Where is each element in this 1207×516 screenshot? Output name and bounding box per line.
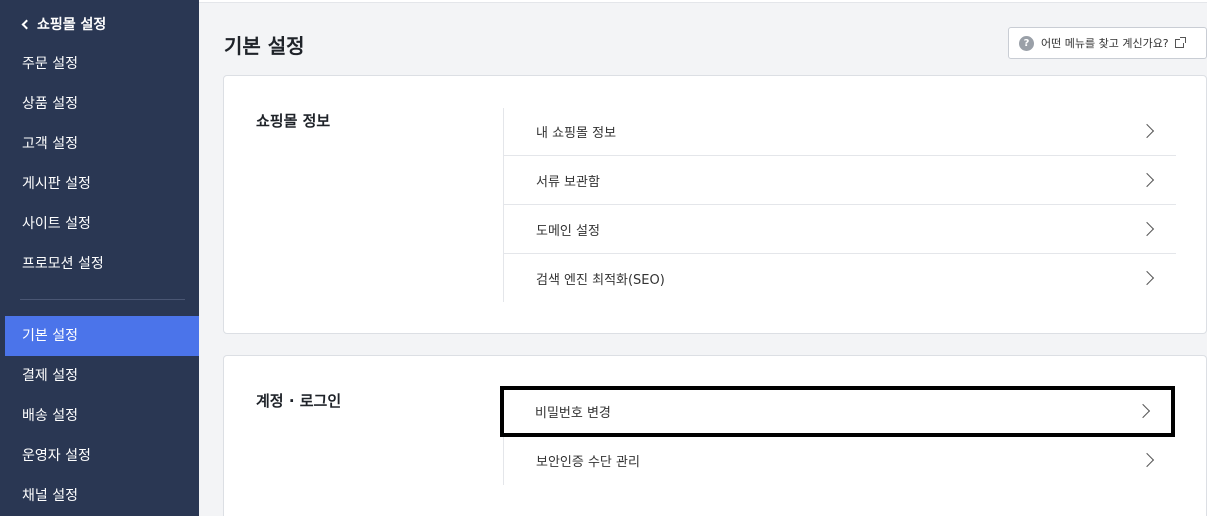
sidebar-item-promotion[interactable]: 프로모션 설정: [0, 244, 199, 284]
sidebar-item-operator[interactable]: 운영자 설정: [0, 436, 199, 476]
menu-row-security-auth[interactable]: 보안인증 수단 관리: [504, 436, 1176, 485]
sidebar-item-order[interactable]: 주문 설정: [0, 44, 199, 84]
question-icon: ?: [1019, 35, 1034, 51]
help-search-button[interactable]: ? 어떤 메뉴를 찾고 계신가요?: [1008, 27, 1207, 59]
menu-row-my-shop-info[interactable]: 내 쇼핑몰 정보: [504, 107, 1176, 156]
section-title: 쇼핑몰 정보: [256, 112, 331, 130]
menu-row-change-password[interactable]: 비밀번호 변경: [500, 386, 1175, 437]
sidebar: 쇼핑몰 설정 주문 설정 상품 설정 고객 설정 게시판 설정 사이트 설정 프…: [0, 0, 199, 516]
chevron-right-icon: [1139, 270, 1155, 286]
sidebar-item-product[interactable]: 상품 설정: [0, 84, 199, 124]
menu-row-label: 비밀번호 변경: [535, 406, 611, 421]
menu-row-seo[interactable]: 검색 엔진 최적화(SEO): [504, 254, 1176, 303]
chevron-right-icon: [1139, 123, 1155, 139]
sidebar-divider: [20, 299, 185, 300]
sidebar-item-payment[interactable]: 결제 설정: [0, 356, 199, 396]
section-title: 계정 · 로그인: [256, 392, 342, 410]
external-link-icon: [1174, 36, 1186, 48]
page-title: 기본 설정: [224, 34, 305, 58]
chevron-left-icon: [21, 14, 33, 34]
sidebar-item-customer[interactable]: 고객 설정: [0, 124, 199, 164]
menu-row-domain-settings[interactable]: 도메인 설정: [504, 205, 1176, 254]
sidebar-item-board[interactable]: 게시판 설정: [0, 164, 199, 204]
section-account-login: 계정 · 로그인 비밀번호 변경 보안인증 수단 관리: [223, 355, 1207, 516]
chevron-right-icon: [1135, 403, 1151, 419]
chevron-right-icon: [1139, 452, 1155, 468]
sidebar-item-site[interactable]: 사이트 설정: [0, 204, 199, 244]
menu-row-label: 검색 엔진 최적화(SEO): [536, 273, 665, 288]
menu-row-document-storage[interactable]: 서류 보관함: [504, 156, 1176, 205]
top-border: [199, 0, 1207, 3]
section-shop-info: 쇼핑몰 정보 내 쇼핑몰 정보 서류 보관함 도메인 설정 검색 엔진 최적화(…: [223, 75, 1207, 334]
sidebar-back-label: 쇼핑몰 설정: [37, 17, 107, 33]
chevron-right-icon: [1139, 172, 1155, 188]
sidebar-back-button[interactable]: 쇼핑몰 설정: [21, 14, 106, 34]
menu-row-label: 도메인 설정: [536, 223, 600, 239]
menu-row-label: 내 쇼핑몰 정보: [536, 125, 617, 141]
sidebar-item-channel[interactable]: 채널 설정: [0, 476, 199, 516]
chevron-right-icon: [1139, 221, 1155, 237]
menu-row-label: 보안인증 수단 관리: [536, 455, 640, 470]
help-button-label: 어떤 메뉴를 찾고 계신가요?: [1041, 37, 1169, 50]
sidebar-item-shipping[interactable]: 배송 설정: [0, 396, 199, 436]
sidebar-item-basic[interactable]: 기본 설정: [5, 316, 199, 356]
menu-row-label: 서류 보관함: [536, 174, 600, 190]
main-content: 기본 설정 ? 어떤 메뉴를 찾고 계신가요? 쇼핑몰 정보 내 쇼핑몰 정보 …: [199, 0, 1207, 516]
